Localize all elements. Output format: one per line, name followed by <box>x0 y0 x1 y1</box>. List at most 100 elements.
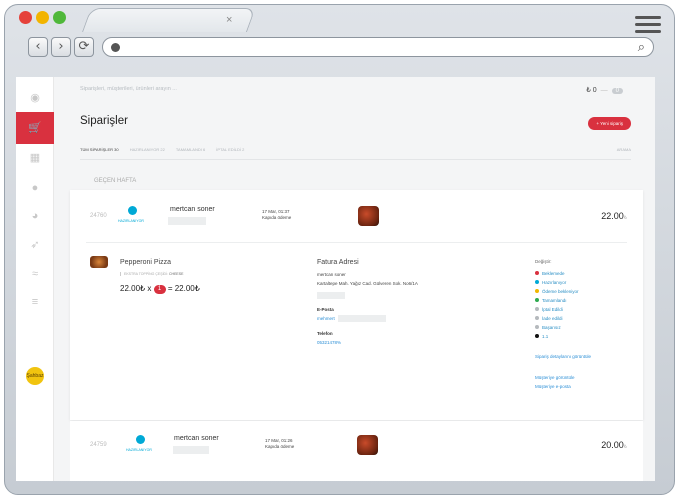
grid-icon[interactable]: ▦ <box>16 145 54 171</box>
back-button[interactable]: ‹ <box>28 37 48 57</box>
status-option-label: İade edildi <box>542 316 563 321</box>
product-topping: EKSTRA TOPPİNG ÇEŞİDİ: CHEESE <box>120 272 183 276</box>
status-option[interactable]: İptal Edildi <box>535 305 579 314</box>
redacted-address <box>317 292 345 299</box>
status-color-dot <box>535 280 539 284</box>
main-content: Siparişleri, müşterileri, ürünleri arayı… <box>54 77 655 481</box>
quantity-badge: 1 <box>153 285 166 294</box>
order-links: Sipariş detaylarını görüntüle <box>535 352 591 361</box>
status-label: HAZIRLANIYOR <box>118 219 144 223</box>
invoice-name: mertcan soner <box>317 272 346 277</box>
order-tabs: TÜM SİPARİŞLER 30 HAZIRLANIYOR 22 TAMAML… <box>80 147 631 157</box>
order-row[interactable]: 24760 HAZIRLANIYOR mertcan soner 17 Mar,… <box>70 190 643 242</box>
order-datetime: 17 Mar, 01:26 Kapıda ödeme <box>265 438 294 450</box>
carrot-icon[interactable]: ➶ <box>16 232 54 258</box>
redacted-phone <box>173 446 209 454</box>
invoice-address: Kartaltepe Mah. Yağız Cad. Gülveren Sok.… <box>317 281 418 286</box>
customer-name: mertcan soner <box>174 435 219 442</box>
status-dot <box>136 435 145 444</box>
status-option[interactable]: Başarısız <box>535 323 579 332</box>
new-order-button[interactable]: + Yeni sipariş <box>588 117 631 130</box>
status-color-dot <box>535 289 539 293</box>
status-options: Beklemede Hazırlanıyor Ödeme bekleniyor Tam… <box>535 269 579 341</box>
address-bar[interactable]: ⌕ <box>102 37 654 57</box>
invoice-heading: Fatura Adresi <box>317 259 359 266</box>
email-customer-link[interactable]: Müşteriye e-posta <box>535 382 575 391</box>
tab-close-icon[interactable]: × <box>226 14 232 26</box>
status-option-label: Hazırlanıyor <box>542 280 567 285</box>
tab-completed[interactable]: TAMAMLANDI 6 <box>176 147 205 152</box>
week-heading: GEÇEN HAFTA <box>94 178 137 184</box>
status-option-label: 1.1 <box>542 334 549 339</box>
status-option[interactable]: 1.1 <box>535 332 579 341</box>
order-card-expanded: 24760 HAZIRLANIYOR mertcan soner 17 Mar,… <box>70 190 643 420</box>
user-icon[interactable]: ● <box>16 175 54 201</box>
status-option-label: Beklemede <box>542 271 565 276</box>
minimize-window-button[interactable] <box>36 11 49 24</box>
search-input[interactable]: Siparişleri, müşterileri, ürünleri arayı… <box>80 86 177 92</box>
balance-value: ₺ 0 <box>586 87 597 94</box>
customer-name: mertcan soner <box>170 206 215 213</box>
tab-search[interactable]: ARAMA <box>617 147 631 152</box>
notification-count[interactable]: 0 <box>611 88 623 94</box>
email-value[interactable]: mehmert <box>317 316 335 321</box>
status-color-dot <box>535 316 539 320</box>
email-label: E-Posta <box>317 307 334 312</box>
menu-icon[interactable]: ≡ <box>16 289 54 315</box>
site-icon <box>111 43 120 52</box>
status-color-dot <box>535 325 539 329</box>
order-total: 20.00₺ <box>601 440 627 450</box>
view-customer-link[interactable]: Müşteriye görüntüle <box>535 373 575 382</box>
brand-logo[interactable]: Şahbaz <box>26 367 44 385</box>
product-calculation: 22.00₺ x 1 = 22.00₺ <box>120 284 200 294</box>
status-option[interactable]: Beklemede <box>535 269 579 278</box>
payment-method: Kapıda ödeme <box>265 444 295 449</box>
tab-all-orders[interactable]: TÜM SİPARİŞLER 30 <box>80 147 119 152</box>
status-color-dot <box>535 334 539 338</box>
phone-value[interactable]: 05321478% <box>317 340 341 345</box>
status-option[interactable]: İade edildi <box>535 314 579 323</box>
order-datetime: 17 Mar, 01:37 Kapıda ödeme <box>262 209 291 221</box>
pie-icon[interactable]: ◕ <box>16 203 54 229</box>
signal-icon[interactable]: ≈ <box>16 261 54 287</box>
status-option-label: Başarısız <box>542 325 561 330</box>
sidebar: ◉ 🛒 ▦ ● ◕ ➶ ≈ ≡ Şahbaz <box>16 77 54 481</box>
card-divider <box>86 242 627 243</box>
status-change-heading: Değiştir: <box>535 259 552 264</box>
status-option-label: İptal Edildi <box>542 307 563 312</box>
hamburger-menu-icon[interactable] <box>635 16 661 34</box>
redacted-phone <box>168 217 206 225</box>
order-total: 22.00₺ <box>601 211 627 221</box>
tab-cancelled[interactable]: İPTAL EDİLDİ 2 <box>216 147 244 152</box>
status-option[interactable]: Ödeme bekleniyor <box>535 287 579 296</box>
web-viewport: ◉ 🛒 ▦ ● ◕ ➶ ≈ ≡ Şahbaz Siparişleri, müşt… <box>16 77 655 481</box>
food-thumbnail <box>358 206 379 226</box>
status-option-label: Tamamlandı <box>542 298 567 303</box>
globe-icon[interactable]: ◉ <box>16 85 54 111</box>
redacted-email <box>338 315 386 322</box>
close-window-button[interactable] <box>19 11 32 24</box>
status-color-dot <box>535 298 539 302</box>
view-order-details-link[interactable]: Sipariş detaylarını görüntüle <box>535 352 591 361</box>
forward-button[interactable]: › <box>51 37 71 57</box>
status-color-dot <box>535 271 539 275</box>
status-label: HAZIRLANIYOR <box>126 448 152 452</box>
status-color-dot <box>535 307 539 311</box>
balance-indicator: ₺ 0—0 <box>586 86 623 94</box>
status-option[interactable]: Hazırlanıyor <box>535 278 579 287</box>
tab-preparing[interactable]: HAZIRLANIYOR 22 <box>130 147 165 152</box>
product-image <box>90 256 108 268</box>
cart-icon[interactable]: 🛒 <box>16 112 54 144</box>
reload-button[interactable]: ⟳ <box>74 37 94 57</box>
customer-links: Müşteriye görüntüle Müşteriye e-posta <box>535 373 575 391</box>
product-name: Pepperoni Pizza <box>120 259 171 266</box>
maximize-window-button[interactable] <box>53 11 66 24</box>
order-id: 24759 <box>90 442 107 448</box>
food-thumbnail <box>357 435 378 455</box>
phone-label: Telefon <box>317 331 333 336</box>
order-card[interactable]: 24759 HAZIRLANIYOR mertcan soner 17 Mar,… <box>70 421 643 481</box>
status-option[interactable]: Tamamlandı <box>535 296 579 305</box>
order-id: 24760 <box>90 213 107 219</box>
search-icon[interactable]: ⌕ <box>638 39 645 55</box>
status-option-label: Ödeme bekleniyor <box>542 289 579 294</box>
